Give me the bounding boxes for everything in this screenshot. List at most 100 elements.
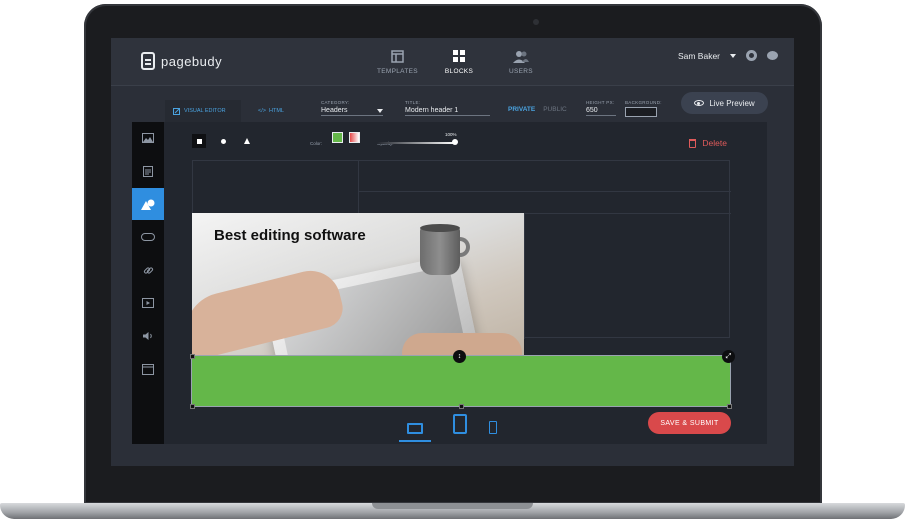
main-nav: TEMPLATES BLOCKS USERS [377, 48, 541, 75]
live-preview-label: Live Preview [709, 98, 755, 108]
title-label: TITLE: [405, 100, 421, 105]
shape-tools [192, 134, 254, 148]
app-screen: pagebudy TEMPLATES BLOCKS USERS Sam Bake… [111, 38, 794, 466]
opacity-slider[interactable]: Opacity: 100% [377, 132, 459, 150]
image-icon [142, 133, 154, 143]
top-bar: pagebudy TEMPLATES BLOCKS USERS Sam Bake… [111, 38, 794, 86]
color-swatches [332, 132, 360, 143]
selected-shape-block[interactable] [191, 355, 731, 407]
category-field[interactable]: CATEGORY: Headers [321, 100, 383, 116]
save-submit-button[interactable]: SAVE & SUBMIT [648, 412, 731, 434]
chevron-down-icon[interactable] [730, 53, 736, 58]
tab-visual-editor[interactable]: VISUAL EDITOR [165, 100, 241, 122]
device-switcher [399, 414, 497, 442]
app-name: pagebudy [161, 53, 223, 69]
camera-dot [533, 19, 539, 25]
public-option[interactable]: PUBLIC [543, 106, 566, 113]
user-menu[interactable]: Sam Baker [678, 50, 778, 61]
mug-rim [420, 224, 460, 232]
nav-users[interactable]: USERS [501, 48, 541, 75]
text-icon [143, 165, 153, 177]
trash-icon [689, 138, 697, 148]
phone-icon [489, 421, 497, 434]
opacity-handle[interactable] [452, 139, 458, 145]
resize-handle[interactable] [727, 404, 732, 409]
sidebar-item-link[interactable] [132, 254, 164, 286]
edit-icon [173, 107, 180, 115]
height-input[interactable]: 650 [586, 107, 616, 116]
users-icon [501, 48, 541, 64]
tab-visual-editor-label: VISUAL EDITOR [184, 108, 226, 114]
color-swatch-green[interactable] [332, 132, 343, 143]
move-icon[interactable]: ↕ [453, 350, 466, 363]
link-icon [143, 266, 153, 274]
editor-canvas: Color: Opacity: 100% Delete [164, 122, 767, 444]
editor-toolbar: VISUAL EDITOR </> HTML CATEGORY: Headers… [163, 92, 794, 122]
sidebar-item-text[interactable] [132, 155, 164, 187]
sidebar-item-shapes[interactable] [132, 188, 164, 220]
opacity-track[interactable] [377, 142, 455, 144]
nav-blocks[interactable]: BLOCKS [439, 48, 479, 75]
background-field[interactable]: BACKGROUND: [625, 100, 665, 117]
circle-icon [220, 138, 226, 144]
window-icon [142, 363, 154, 375]
triangle-shape-button[interactable] [240, 134, 254, 148]
chat-icon[interactable] [767, 51, 778, 60]
nav-templates[interactable]: TEMPLATES [377, 48, 418, 75]
laptop-notch [372, 503, 533, 509]
category-select[interactable]: Headers [321, 107, 383, 116]
shapes-icon [141, 199, 155, 210]
device-desktop[interactable] [399, 423, 431, 442]
grid-line [524, 213, 525, 339]
sidebar-item-image[interactable] [132, 122, 164, 154]
title-input[interactable]: Modern header 1 [405, 107, 490, 116]
color-picker: Color: [310, 132, 360, 150]
category-value: Headers [321, 107, 348, 114]
grid-line [358, 191, 731, 192]
resize-handle[interactable] [190, 354, 195, 359]
nav-users-label: USERS [509, 68, 533, 75]
live-preview-button[interactable]: Live Preview [681, 92, 768, 114]
grid-line [358, 161, 359, 213]
resize-corner-icon[interactable]: ⤢ [722, 350, 735, 363]
mug-photo [420, 227, 460, 275]
color-label: Color: [310, 141, 323, 146]
user-name: Sam Baker [677, 50, 720, 61]
templates-icon [377, 48, 417, 64]
desktop-icon [407, 423, 423, 434]
device-tablet[interactable] [453, 414, 467, 442]
eye-icon [694, 100, 705, 106]
gear-icon[interactable] [746, 50, 757, 61]
sidebar-item-audio[interactable] [132, 320, 164, 352]
device-phone[interactable] [489, 421, 497, 442]
background-label: BACKGROUND: [625, 100, 662, 105]
grid-line [524, 213, 731, 214]
active-indicator [399, 440, 431, 442]
sidebar-item-video[interactable] [132, 287, 164, 319]
sidebar-item-window[interactable] [132, 353, 164, 385]
app-logo[interactable]: pagebudy [141, 52, 222, 70]
code-icon: </> [258, 108, 266, 114]
title-field[interactable]: TITLE: Modern header 1 [405, 100, 490, 116]
hero-title[interactable]: Best editing software [214, 227, 366, 244]
blocks-icon [439, 48, 479, 64]
height-field[interactable]: HEIGHT PX: 650 [586, 100, 616, 116]
delete-button[interactable]: Delete [689, 138, 727, 148]
resize-handle[interactable] [190, 404, 195, 409]
opacity-value: 100% [445, 132, 457, 137]
hero-image-block[interactable]: Best editing software [192, 213, 524, 356]
tab-html[interactable]: </> HTML [258, 108, 284, 114]
audio-icon [143, 332, 152, 340]
background-swatch[interactable] [625, 107, 657, 117]
logo-icon [141, 52, 155, 70]
circle-shape-button[interactable] [216, 134, 230, 148]
private-option[interactable]: PRIVATE [508, 106, 535, 113]
visibility-toggle[interactable]: PRIVATE PUBLIC [508, 106, 567, 113]
resize-handle[interactable] [459, 404, 464, 409]
sidebar-item-button[interactable] [132, 221, 164, 253]
square-shape-button[interactable] [192, 134, 206, 148]
tablet-icon [453, 414, 467, 434]
button-icon [141, 233, 155, 241]
color-swatch-red[interactable] [349, 132, 360, 143]
element-sidebar [132, 122, 164, 444]
